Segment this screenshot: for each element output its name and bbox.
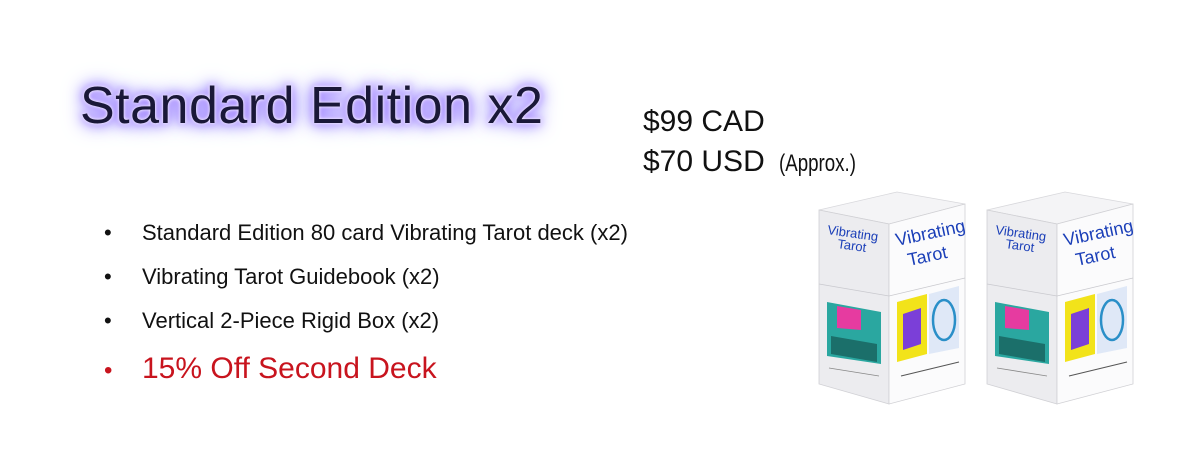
price-usd-row: $70 USD (Approx.)	[643, 142, 878, 184]
tarot-box-illustration: Vibrating Tarot Vibrating Tarot	[818, 191, 967, 405]
edition-title: Standard Edition x2	[80, 77, 544, 135]
feature-item: • Standard Edition 80 card Vibrating Tar…	[104, 222, 628, 244]
discount-item: • 15% Off Second Deck	[104, 352, 628, 385]
price-approx-note: (Approx.)	[779, 150, 857, 177]
bullet-icon: •	[104, 308, 112, 333]
feature-text: Vertical 2-Piece Rigid Box (x2)	[142, 308, 440, 333]
feature-text: Standard Edition 80 card Vibrating Tarot…	[142, 220, 628, 245]
tarot-box-illustration: Vibrating Tarot Vibrating Tarot	[986, 191, 1135, 405]
feature-item: • Vibrating Tarot Guidebook (x2)	[104, 266, 628, 288]
feature-item: • Vertical 2-Piece Rigid Box (x2)	[104, 310, 628, 332]
discount-text: 15% Off Second Deck	[142, 352, 437, 385]
bullet-icon: •	[104, 220, 112, 245]
bullet-icon: •	[104, 264, 112, 289]
feature-list: • Standard Edition 80 card Vibrating Tar…	[104, 222, 628, 406]
tarot-box-image: Vibrating Tarot Vibrating Tarot	[985, 188, 1135, 414]
feature-text: Vibrating Tarot Guidebook (x2)	[142, 264, 440, 289]
price-usd: $70 USD	[643, 145, 765, 178]
tarot-box-image: Vibrating Tarot Vibrating Tarot	[817, 188, 967, 414]
price-cad: $99 CAD	[643, 105, 765, 138]
bullet-icon: •	[104, 357, 113, 384]
price-block: $99 CAD $70 USD (Approx.)	[643, 102, 878, 184]
